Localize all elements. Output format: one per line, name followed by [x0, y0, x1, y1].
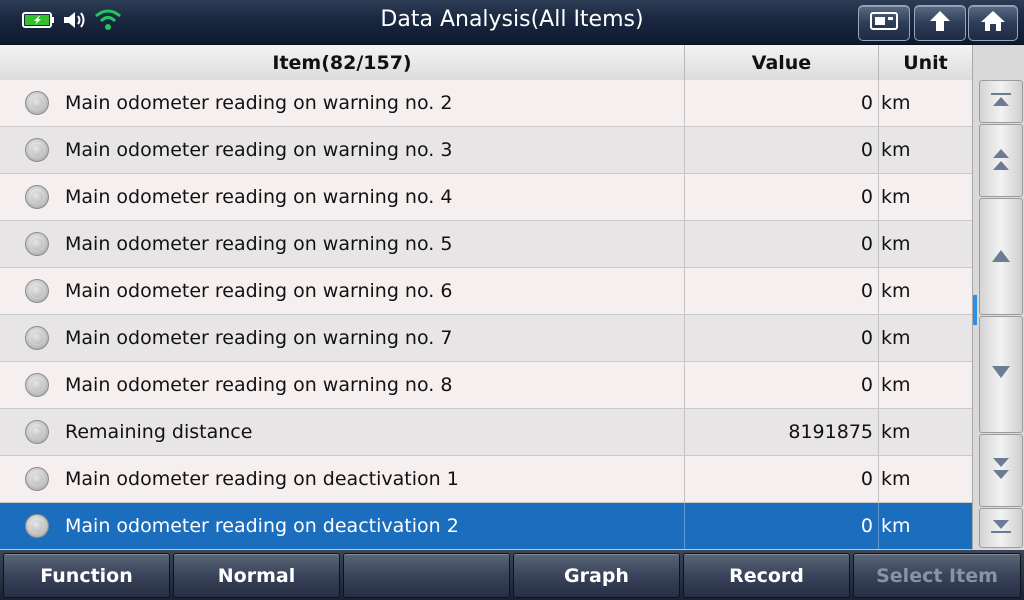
home-icon	[979, 9, 1007, 37]
column-header-unit: Unit	[903, 52, 948, 74]
table-row[interactable]: Main odometer reading on warning no. 7 0…	[0, 315, 972, 362]
function-bar: Function Normal Graph Record Select Item	[0, 550, 1024, 600]
screenshot-icon	[869, 10, 899, 36]
select-item-button[interactable]: Select Item	[853, 553, 1021, 598]
row-value: 0	[860, 280, 873, 302]
row-value: 0	[860, 139, 873, 161]
scroll-bottom-button[interactable]	[979, 508, 1023, 548]
page-down-button[interactable]	[979, 434, 1023, 507]
radio-icon[interactable]	[25, 279, 49, 303]
scroll-controls	[972, 45, 1024, 550]
radio-icon[interactable]	[25, 373, 49, 397]
line-up-icon	[989, 247, 1013, 267]
row-value: 0	[860, 468, 873, 490]
record-button[interactable]: Record	[683, 553, 850, 598]
line-down-icon	[989, 365, 1013, 385]
back-button[interactable]	[914, 5, 966, 41]
column-header-value: Value	[685, 45, 879, 80]
title-bar: Data Analysis(All Items)	[0, 0, 1024, 45]
row-unit: km	[881, 139, 911, 161]
row-item-label: Remaining distance	[65, 421, 253, 443]
row-item-label: Main odometer reading on warning no. 4	[65, 186, 453, 208]
back-arrow-icon	[926, 9, 954, 37]
row-unit: km	[881, 327, 911, 349]
radio-icon[interactable]	[25, 91, 49, 115]
row-unit: km	[881, 374, 911, 396]
table-row[interactable]: Remaining distance 8191875 km	[0, 409, 972, 456]
home-button[interactable]	[968, 5, 1018, 41]
row-unit: km	[881, 421, 911, 443]
table-row-selected[interactable]: Main odometer reading on deactivation 2 …	[0, 503, 972, 550]
row-value: 0	[860, 515, 873, 537]
scroll-position-indicator	[973, 295, 977, 325]
row-item-label: Main odometer reading on warning no. 7	[65, 327, 453, 349]
table-row[interactable]: Main odometer reading on warning no. 8 0…	[0, 362, 972, 409]
page-down-icon	[989, 456, 1013, 486]
normal-button[interactable]: Normal	[173, 553, 340, 598]
scroll-top-button[interactable]	[979, 80, 1023, 123]
row-value: 0	[860, 327, 873, 349]
radio-icon[interactable]	[25, 185, 49, 209]
table-row[interactable]: Main odometer reading on warning no. 3 0…	[0, 127, 972, 174]
radio-icon[interactable]	[25, 420, 49, 444]
row-item-label: Main odometer reading on deactivation 2	[65, 515, 459, 537]
column-header-item: Item(82/157)	[0, 45, 685, 80]
scroll-top-icon	[989, 92, 1013, 112]
table-row[interactable]: Main odometer reading on warning no. 6 0…	[0, 268, 972, 315]
row-unit: km	[881, 233, 911, 255]
table-row[interactable]: Main odometer reading on warning no. 5 0…	[0, 221, 972, 268]
row-value: 0	[860, 374, 873, 396]
screenshot-button[interactable]	[858, 5, 910, 41]
radio-icon[interactable]	[25, 326, 49, 350]
row-item-label: Main odometer reading on warning no. 6	[65, 280, 453, 302]
row-unit: km	[881, 280, 911, 302]
row-item-label: Main odometer reading on warning no. 8	[65, 374, 453, 396]
radio-icon[interactable]	[25, 138, 49, 162]
row-unit: km	[881, 92, 911, 114]
row-item-label: Main odometer reading on warning no. 5	[65, 233, 453, 255]
radio-icon[interactable]	[25, 467, 49, 491]
radio-icon[interactable]	[25, 232, 49, 256]
row-value: 0	[860, 92, 873, 114]
row-value: 0	[860, 186, 873, 208]
row-unit: km	[881, 186, 911, 208]
line-up-button[interactable]	[979, 198, 1023, 315]
radio-icon[interactable]	[25, 514, 49, 538]
empty-button[interactable]	[343, 553, 510, 598]
table-row[interactable]: Main odometer reading on warning no. 4 0…	[0, 174, 972, 221]
row-item-label: Main odometer reading on warning no. 2	[65, 92, 453, 114]
row-value: 8191875	[788, 421, 873, 443]
table-row[interactable]: Main odometer reading on warning no. 2 0…	[0, 80, 972, 127]
row-value: 0	[860, 233, 873, 255]
page-up-button[interactable]	[979, 124, 1023, 197]
line-down-button[interactable]	[979, 316, 1023, 433]
graph-button[interactable]: Graph	[513, 553, 680, 598]
row-item-label: Main odometer reading on warning no. 3	[65, 139, 453, 161]
table-header: Item(82/157) Value Unit	[0, 45, 972, 81]
function-button[interactable]: Function	[3, 553, 170, 598]
row-item-label: Main odometer reading on deactivation 1	[65, 468, 459, 490]
scroll-bottom-icon	[989, 518, 1013, 538]
page-up-icon	[989, 146, 1013, 176]
table-row[interactable]: Main odometer reading on deactivation 1 …	[0, 456, 972, 503]
row-unit: km	[881, 515, 911, 537]
row-unit: km	[881, 468, 911, 490]
